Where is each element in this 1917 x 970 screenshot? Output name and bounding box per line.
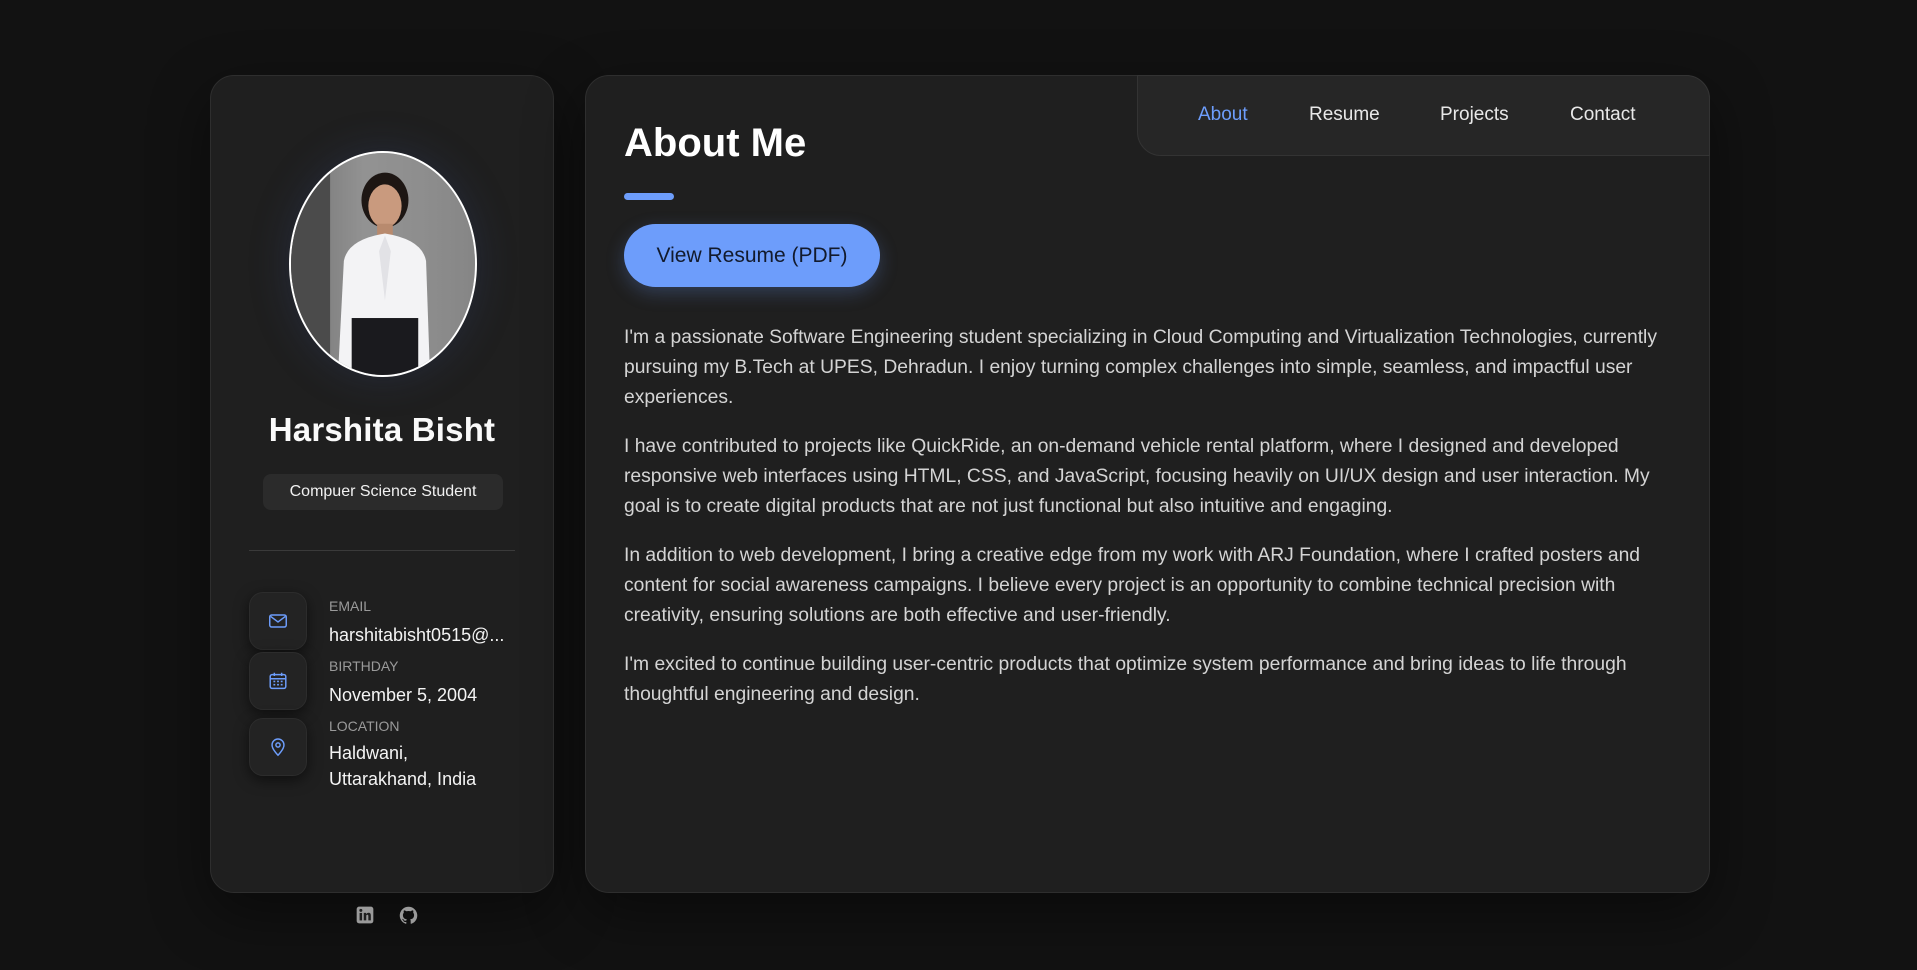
role-badge: Compuer Science Student xyxy=(263,474,503,510)
about-text: I'm a passionate Software Engineering st… xyxy=(624,323,1684,729)
birthday-value: November 5, 2004 xyxy=(329,685,478,705)
profile-sidebar: Harshita Bisht Compuer Science Student E… xyxy=(210,75,554,924)
birthday-label: BIRTHDAY xyxy=(329,658,399,674)
location-value: Haldwani, Uttarakhand, India xyxy=(329,743,477,789)
title-underline xyxy=(624,193,674,200)
about-paragraph: I have contributed to projects like Quic… xyxy=(624,436,1650,517)
page-title: About Me xyxy=(624,121,807,165)
mail-icon xyxy=(249,592,307,650)
email-label: EMAIL xyxy=(329,598,372,614)
top-nav: About Resume Projects Contact xyxy=(1137,75,1710,156)
main-panel: About Resume Projects Contact About Me V… xyxy=(585,75,1710,893)
github-icon[interactable] xyxy=(397,904,419,926)
calendar-icon xyxy=(249,652,307,710)
about-paragraph: I'm excited to continue building user-ce… xyxy=(624,654,1627,705)
about-paragraph: In addition to web development, I bring … xyxy=(624,545,1641,626)
view-resume-button[interactable]: View Resume (PDF) xyxy=(624,224,880,287)
nav-resume[interactable]: Resume xyxy=(1309,104,1380,126)
divider xyxy=(249,550,515,551)
nav-contact[interactable]: Contact xyxy=(1570,104,1635,126)
about-paragraph: I'm a passionate Software Engineering st… xyxy=(624,327,1657,408)
location-label: LOCATION xyxy=(329,718,400,734)
nav-about[interactable]: About xyxy=(1198,104,1248,126)
linkedin-icon[interactable] xyxy=(354,904,376,926)
profile-name: Harshita Bisht xyxy=(268,411,496,448)
nav-projects[interactable]: Projects xyxy=(1440,104,1509,126)
location-pin-icon xyxy=(249,718,307,776)
avatar xyxy=(289,151,477,377)
email-value[interactable]: harshitabisht0515@... xyxy=(329,622,529,648)
profile-photo xyxy=(291,153,475,375)
